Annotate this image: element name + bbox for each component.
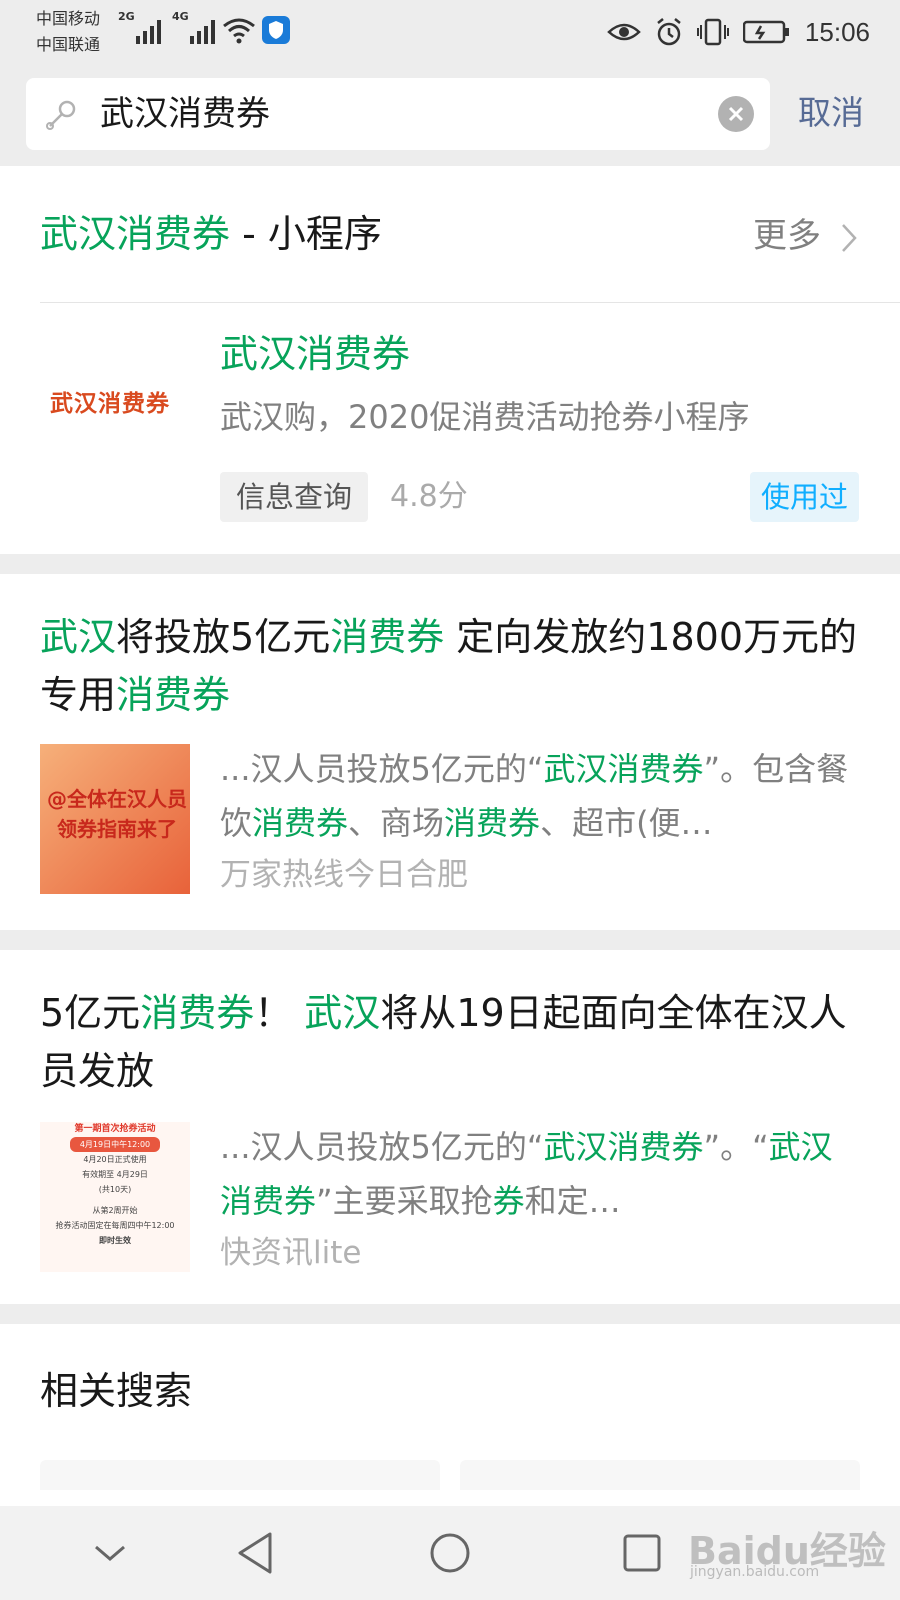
section-title-keyword: 武汉消费券 bbox=[40, 212, 231, 256]
chevron-down-icon bbox=[95, 1545, 125, 1561]
used-badge: 使用过 bbox=[750, 472, 860, 522]
highlight-text: 消费券 bbox=[140, 991, 255, 1035]
network-type-1: 2G bbox=[118, 10, 135, 23]
article-card[interactable]: 武汉将投放5亿元消费券 定向发放约1800万元的专用消费券 @全体在汉人员 领券… bbox=[0, 574, 900, 930]
text-run: ”主要采取抢 bbox=[316, 1182, 493, 1220]
nav-home-button[interactable] bbox=[390, 1506, 510, 1600]
mini-program-description: 武汉购，2020促消费活动抢券小程序 bbox=[220, 398, 750, 436]
related-title: 相关搜索 bbox=[40, 1369, 193, 1413]
highlight-text: 消费券 bbox=[330, 615, 445, 659]
highlight-text: 消费券 bbox=[444, 804, 541, 842]
highlight-text: 武汉消费券 bbox=[543, 750, 704, 788]
carrier-2: 中国联通 bbox=[36, 35, 101, 54]
text-run: 5亿元 bbox=[40, 991, 141, 1035]
highlight-text: 券 bbox=[492, 1182, 525, 1220]
text-run: 将投放5亿元 bbox=[116, 615, 331, 659]
divider bbox=[40, 302, 900, 303]
clock: 15:06 bbox=[804, 16, 870, 47]
highlight-text: 武汉 bbox=[304, 991, 381, 1035]
link-icon bbox=[46, 100, 76, 130]
vibrate-icon bbox=[696, 18, 729, 46]
section-title: 武汉消费券 - 小程序 bbox=[40, 204, 382, 264]
nav-collapse-button[interactable] bbox=[50, 1506, 170, 1600]
category-tag: 信息查询 bbox=[220, 472, 369, 522]
article-title: 武汉将投放5亿元消费券 定向发放约1800万元的专用消费券 bbox=[40, 608, 870, 724]
mini-program-name: 武汉消费券 bbox=[220, 332, 411, 376]
section-title-suffix: - 小程序 bbox=[230, 212, 382, 256]
related-item[interactable] bbox=[460, 1460, 860, 1490]
cancel-button[interactable]: 取消 bbox=[798, 88, 864, 138]
text-run: 和定… bbox=[524, 1182, 621, 1220]
watermark-url: jingyan.baidu.com bbox=[690, 1564, 820, 1580]
signal-icon bbox=[190, 14, 215, 44]
article-card[interactable]: 5亿元消费券！ 武汉将从19日起面向全体在汉人员发放 第一期首次抢券活动 4月1… bbox=[0, 950, 900, 1304]
mini-program-section: 武汉消费券 - 小程序 更多 武汉消费券 武汉消费券 武汉购，2020促消费活动… bbox=[0, 166, 900, 554]
back-triangle-icon bbox=[238, 1532, 272, 1574]
network-type-2: 4G bbox=[172, 10, 189, 23]
search-query: 武汉消费券 bbox=[100, 94, 270, 134]
carrier-1: 中国移动 bbox=[36, 9, 101, 28]
highlight-text: 武汉 bbox=[40, 615, 117, 659]
nav-back-button[interactable] bbox=[196, 1506, 316, 1600]
wifi-icon bbox=[223, 18, 255, 44]
text-run: ！ bbox=[254, 991, 305, 1035]
article-title: 5亿元消费券！ 武汉将从19日起面向全体在汉人员发放 bbox=[40, 984, 870, 1100]
nav-recents-button[interactable] bbox=[582, 1506, 702, 1600]
text-run: ...汉人员投放5亿元的“ bbox=[220, 1128, 544, 1166]
recents-square-icon bbox=[623, 1534, 661, 1572]
home-circle-icon bbox=[430, 1533, 470, 1573]
shield-icon bbox=[262, 16, 290, 44]
article-source: 快资讯lite bbox=[220, 1235, 362, 1271]
status-right: 15:06 bbox=[607, 12, 870, 52]
text-run: ...汉人员投放5亿元的“ bbox=[220, 750, 544, 788]
related-searches-section: 相关搜索 bbox=[0, 1324, 900, 1514]
article-snippet: ...汉人员投放5亿元的“武汉消费券”。“武汉消费券”主要采取抢券和定… bbox=[220, 1120, 860, 1228]
highlight-text: 消费券 bbox=[252, 804, 349, 842]
alarm-icon bbox=[657, 18, 681, 46]
text-run: ”。“ bbox=[703, 1128, 769, 1166]
article-thumbnail: 第一期首次抢券活动 4月19日中午12:00 4月20日正式使用 有效期至 4月… bbox=[40, 1122, 190, 1272]
chevron-right-icon[interactable] bbox=[840, 222, 858, 254]
wechat-search-page: 中国移动 中国联通 2G 4G 15:06 武汉消费券 取消 武汉消费券 - 小… bbox=[0, 0, 900, 1600]
signal-icon bbox=[136, 14, 161, 44]
battery-icon bbox=[742, 20, 789, 44]
status-bar: 中国移动 中国联通 2G 4G 15:06 bbox=[0, 0, 900, 64]
article-snippet: ...汉人员投放5亿元的“武汉消费券”。包含餐饮消费券、商场消费券、超市(便… bbox=[220, 742, 860, 850]
eye-icon bbox=[607, 23, 641, 41]
rating: 4.8分 bbox=[390, 479, 468, 514]
related-item[interactable] bbox=[40, 1460, 440, 1490]
carrier-labels: 中国移动 中国联通 bbox=[36, 6, 100, 58]
text-run: 、超市(便… bbox=[540, 804, 713, 842]
text-run: 、商场 bbox=[348, 804, 445, 842]
thumbnail-text: @全体在汉人员 领券指南来了 bbox=[47, 787, 187, 841]
highlight-text: 消费券 bbox=[116, 673, 231, 717]
article-thumbnail: @全体在汉人员 领券指南来了 bbox=[40, 744, 190, 894]
article-source: 万家热线今日合肥 bbox=[220, 857, 468, 893]
more-link[interactable]: 更多 bbox=[753, 211, 821, 261]
clear-icon[interactable] bbox=[718, 96, 754, 132]
thumbnail-text: 第一期首次抢券活动 4月19日中午12:00 4月20日正式使用 有效期至 4月… bbox=[55, 1124, 175, 1245]
mini-program-logo: 武汉消费券 bbox=[50, 391, 170, 417]
search-input[interactable]: 武汉消费券 bbox=[26, 78, 770, 150]
highlight-text: 武汉消费券 bbox=[543, 1128, 704, 1166]
